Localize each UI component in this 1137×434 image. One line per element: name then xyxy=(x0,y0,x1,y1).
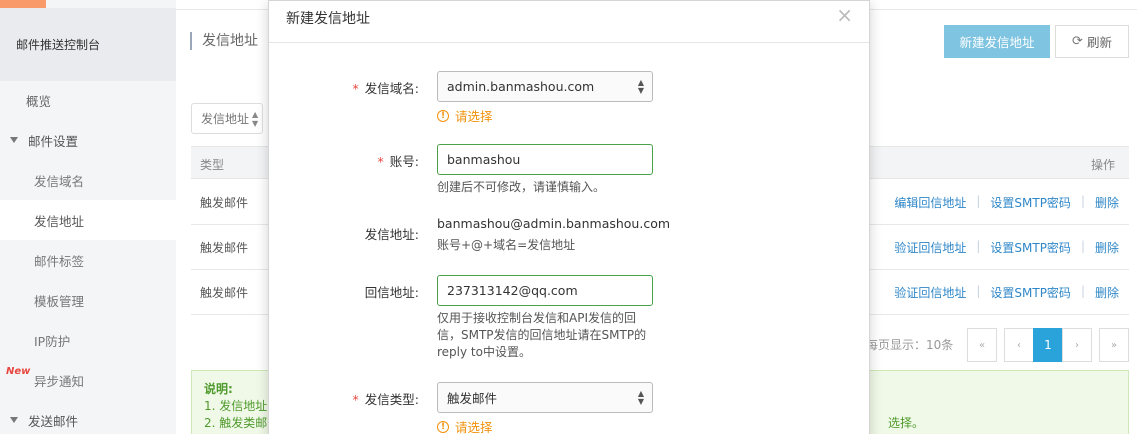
warning-icon: ! xyxy=(437,420,449,433)
send-type-label-text: 发信类型: xyxy=(364,392,419,407)
send-type-warning: ! 请选择 xyxy=(437,417,493,434)
domain-warning: ! 请选择 xyxy=(437,106,493,125)
account-input[interactable]: banmashou xyxy=(437,144,653,175)
dialog-header: 新建发信地址 × xyxy=(269,1,869,43)
sender-address-label: 发信地址: xyxy=(364,227,419,242)
sender-address-hint: 账号+@+域名=发信地址 xyxy=(437,238,576,252)
dialog-title: 新建发信地址 xyxy=(286,11,370,27)
reply-address-input[interactable]: 237313142@qq.com xyxy=(437,275,653,306)
domain-select[interactable]: admin.banmashou.com ▲ ▼ xyxy=(437,71,653,102)
new-sender-address-dialog: 新建发信地址 × * 发信域名: admin.banmashou.com ▲ ▼ !… xyxy=(268,0,870,434)
domain-label-text: 发信域名: xyxy=(364,81,419,96)
send-type-select[interactable]: 触发邮件 ▲ ▼ xyxy=(437,382,653,413)
account-label: * 账号: xyxy=(269,151,419,170)
reply-address-hint: 仅用于接收控制台发信和API发信的回 信，SMTP发信的回信地址请在SMTP的 … xyxy=(437,310,646,361)
account-label-text: 账号: xyxy=(389,154,419,169)
domain-label: * 发信域名: xyxy=(269,78,419,97)
account-hint: 创建后不可修改，请谨慎输入。 xyxy=(437,180,606,194)
required-mark: * xyxy=(377,154,384,169)
domain-select-value: admin.banmashou.com xyxy=(447,79,595,94)
required-mark: * xyxy=(352,81,359,96)
reply-address-label: 回信地址: xyxy=(364,285,419,300)
required-mark: * xyxy=(352,392,359,407)
select-arrows-icon: ▲ ▼ xyxy=(637,388,644,406)
domain-warning-text: 请选择 xyxy=(455,109,493,124)
reply-hint-line: 仅用于接收控制台发信和API发信的回 xyxy=(437,311,636,325)
sender-address-value: banmashou@admin.banmashou.com xyxy=(437,216,671,231)
send-type-label: * 发信类型: xyxy=(269,389,419,408)
select-arrows-icon: ▲ ▼ xyxy=(637,77,644,95)
reply-hint-line: reply to中设置。 xyxy=(437,345,531,359)
reply-hint-line: 信，SMTP发信的回信地址请在SMTP的 xyxy=(437,328,647,342)
send-type-select-value: 触发邮件 xyxy=(447,391,498,406)
warning-icon: ! xyxy=(437,109,449,122)
send-type-warning-text: 请选择 xyxy=(455,420,493,434)
close-icon[interactable]: × xyxy=(836,4,853,26)
